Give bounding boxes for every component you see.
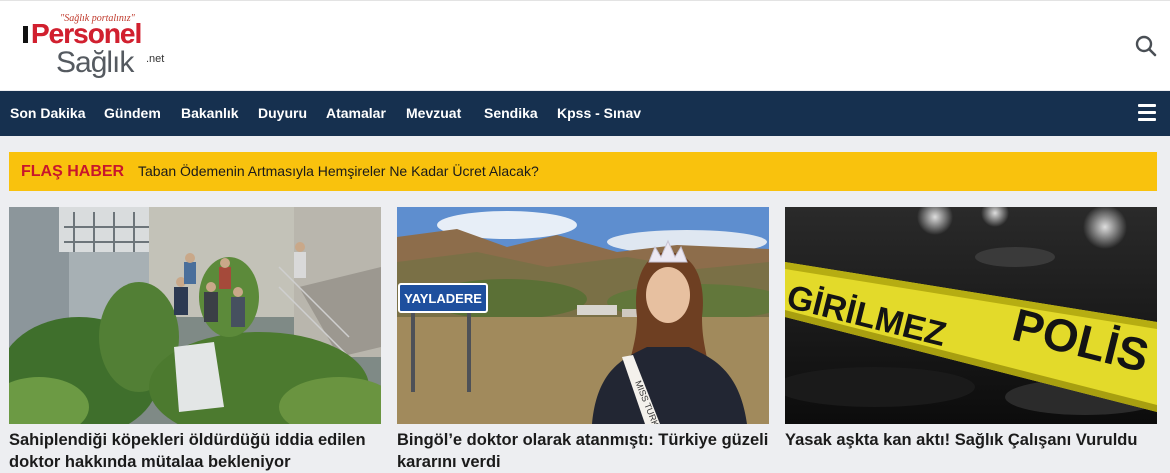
- nav-item-atamalar[interactable]: Atamalar: [326, 91, 386, 136]
- main-nav: Son Dakika Gündem Bakanlık Duyuru Atamal…: [0, 91, 1170, 136]
- flash-news-bar: FLAŞ HABER Taban Ödemenin Artmasıyla Hem…: [9, 152, 1157, 191]
- news-image-2[interactable]: YAYLADERE MISS TURKEY: [397, 207, 769, 424]
- site-logo[interactable]: "Sağlık portalınız" Personel Sağlık .net: [20, 13, 180, 83]
- logo-bar: [23, 26, 28, 43]
- news-card-1[interactable]: Sahiplendiği köpekleri öldürdüğü iddia e…: [9, 207, 381, 472]
- nav-item-bakanlik[interactable]: Bakanlık: [181, 91, 239, 136]
- nav-item-sendika[interactable]: Sendika: [484, 91, 538, 136]
- news-image-3[interactable]: GİRİLMEZ POLİS: [785, 207, 1157, 424]
- search-icon: [1135, 35, 1157, 57]
- news-title-3[interactable]: Yasak aşkta kan aktı! Sağlık Çalışanı Vu…: [785, 429, 1157, 451]
- nav-item-kpss-sinav[interactable]: Kpss - Sınav: [557, 91, 641, 136]
- nav-item-son-dakika[interactable]: Son Dakika: [10, 91, 85, 136]
- nav-item-mevzuat[interactable]: Mevzuat: [406, 91, 461, 136]
- hamburger-menu-button[interactable]: [1138, 104, 1158, 122]
- news-image-1[interactable]: [9, 207, 381, 424]
- nav-item-duyuru[interactable]: Duyuru: [258, 91, 307, 136]
- news-title-1[interactable]: Sahiplendiği köpekleri öldürdüğü iddia e…: [9, 429, 381, 473]
- news-card-3[interactable]: GİRİLMEZ POLİS Yasak aşkta kan aktı! Sağ…: [785, 207, 1157, 472]
- nav-item-gundem[interactable]: Gündem: [104, 91, 161, 136]
- flash-news-link[interactable]: Taban Ödemenin Artmasıyla Hemşireler Ne …: [138, 152, 539, 191]
- news-card-2[interactable]: YAYLADERE MISS TURKEY Bingöl’e doktor ol…: [397, 207, 769, 472]
- flash-news-label: FLAŞ HABER: [21, 163, 125, 180]
- site-header: "Sağlık portalınız" Personel Sağlık .net: [0, 0, 1170, 90]
- logo-tld: .net: [146, 53, 165, 65]
- sign-text: YAYLADERE: [404, 291, 482, 306]
- news-title-2[interactable]: Bingöl’e doktor olarak atanmıştı: Türkiy…: [397, 429, 769, 473]
- logo-word-saglik: Sağlık: [56, 46, 134, 79]
- hamburger-icon: [1138, 104, 1158, 121]
- search-button[interactable]: [1134, 34, 1158, 58]
